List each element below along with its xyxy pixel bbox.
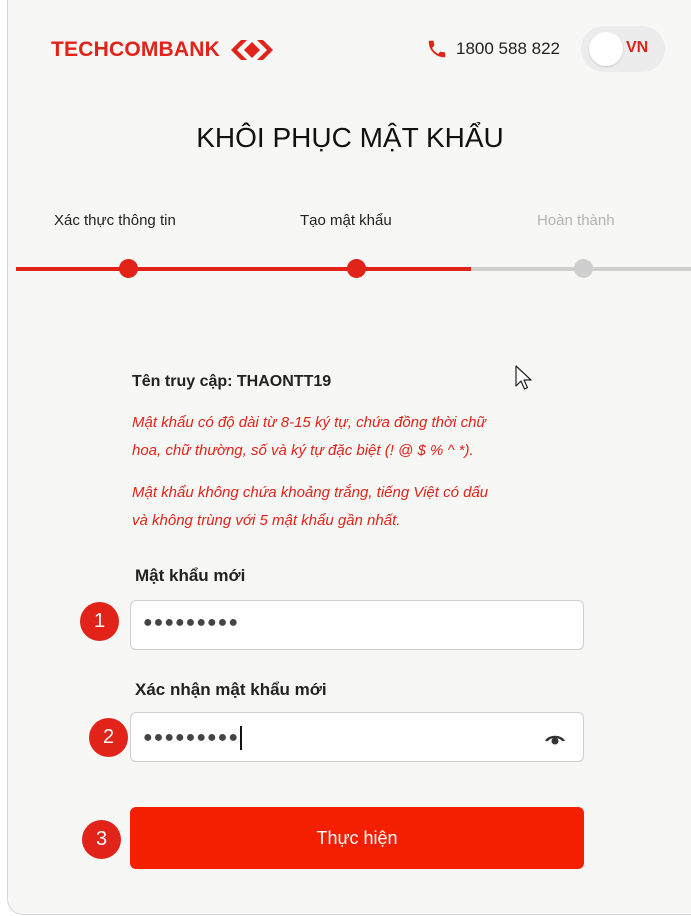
language-toggle-knob [589,32,623,66]
hotline[interactable]: 1800 588 822 [426,38,560,60]
confirm-password-value: ●●●●●●●●● [143,729,239,747]
phone-number: 1800 588 822 [456,39,560,58]
mouse-cursor-icon [515,365,532,390]
language-label: VN [626,39,649,56]
recovery-card: TECHCOMBANK 1800 588 822 VN KHÔI PHỤC MẬ… [7,0,691,915]
confirm-password-value-wrap: ●●●●●●●●● [143,726,242,750]
username-text: Tên truy cập: THAONTT19 [132,373,332,390]
text-caret [239,726,242,750]
password-rule-2-line-1: Mật khẩu không chứa khoảng trắng, tiếng … [132,484,489,501]
step-3-dot [574,259,593,278]
annotation-badge-3: 3 [82,820,121,859]
phone-icon [428,40,446,58]
confirm-password-label: Xác nhận mật khẩu mới [135,680,327,699]
new-password-field[interactable]: ●●●●●●●●● [130,600,584,650]
annotation-badge-1: 1 [80,602,119,641]
password-rule-1-line-2: hoa, chữ thường, số và ký tự đặc biệt (!… [132,442,474,459]
page-title: KHÔI PHỤC MẬT KHẨU [196,122,504,153]
progress-fill [16,267,471,271]
eye-icon[interactable] [544,730,566,746]
confirm-password-field[interactable]: ●●●●●●●●● [130,712,584,762]
password-rule-2-line-2: và không trùng với 5 mật khẩu gần nhất. [132,512,401,529]
step-2-dot [347,259,366,278]
step-1-label: Xác thực thông tin [54,212,176,229]
annotation-badge-2: 2 [89,718,128,757]
step-1-dot [119,259,138,278]
step-2-label: Tạo mật khẩu [300,212,392,229]
submit-button[interactable]: Thực hiện [130,807,584,869]
new-password-value: ●●●●●●●●● [143,614,239,631]
language-toggle[interactable]: VN [581,26,665,72]
step-3-label: Hoàn thành [537,212,615,229]
techcombank-logo[interactable]: TECHCOMBANK [51,36,276,64]
new-password-label: Mật khẩu mới [135,566,246,585]
brand-name: TECHCOMBANK [51,38,221,61]
password-rule-1-line-1: Mật khẩu có độ dài từ 8-15 ký tự, chứa đ… [132,414,486,431]
brand-diamond-icon [231,40,274,60]
